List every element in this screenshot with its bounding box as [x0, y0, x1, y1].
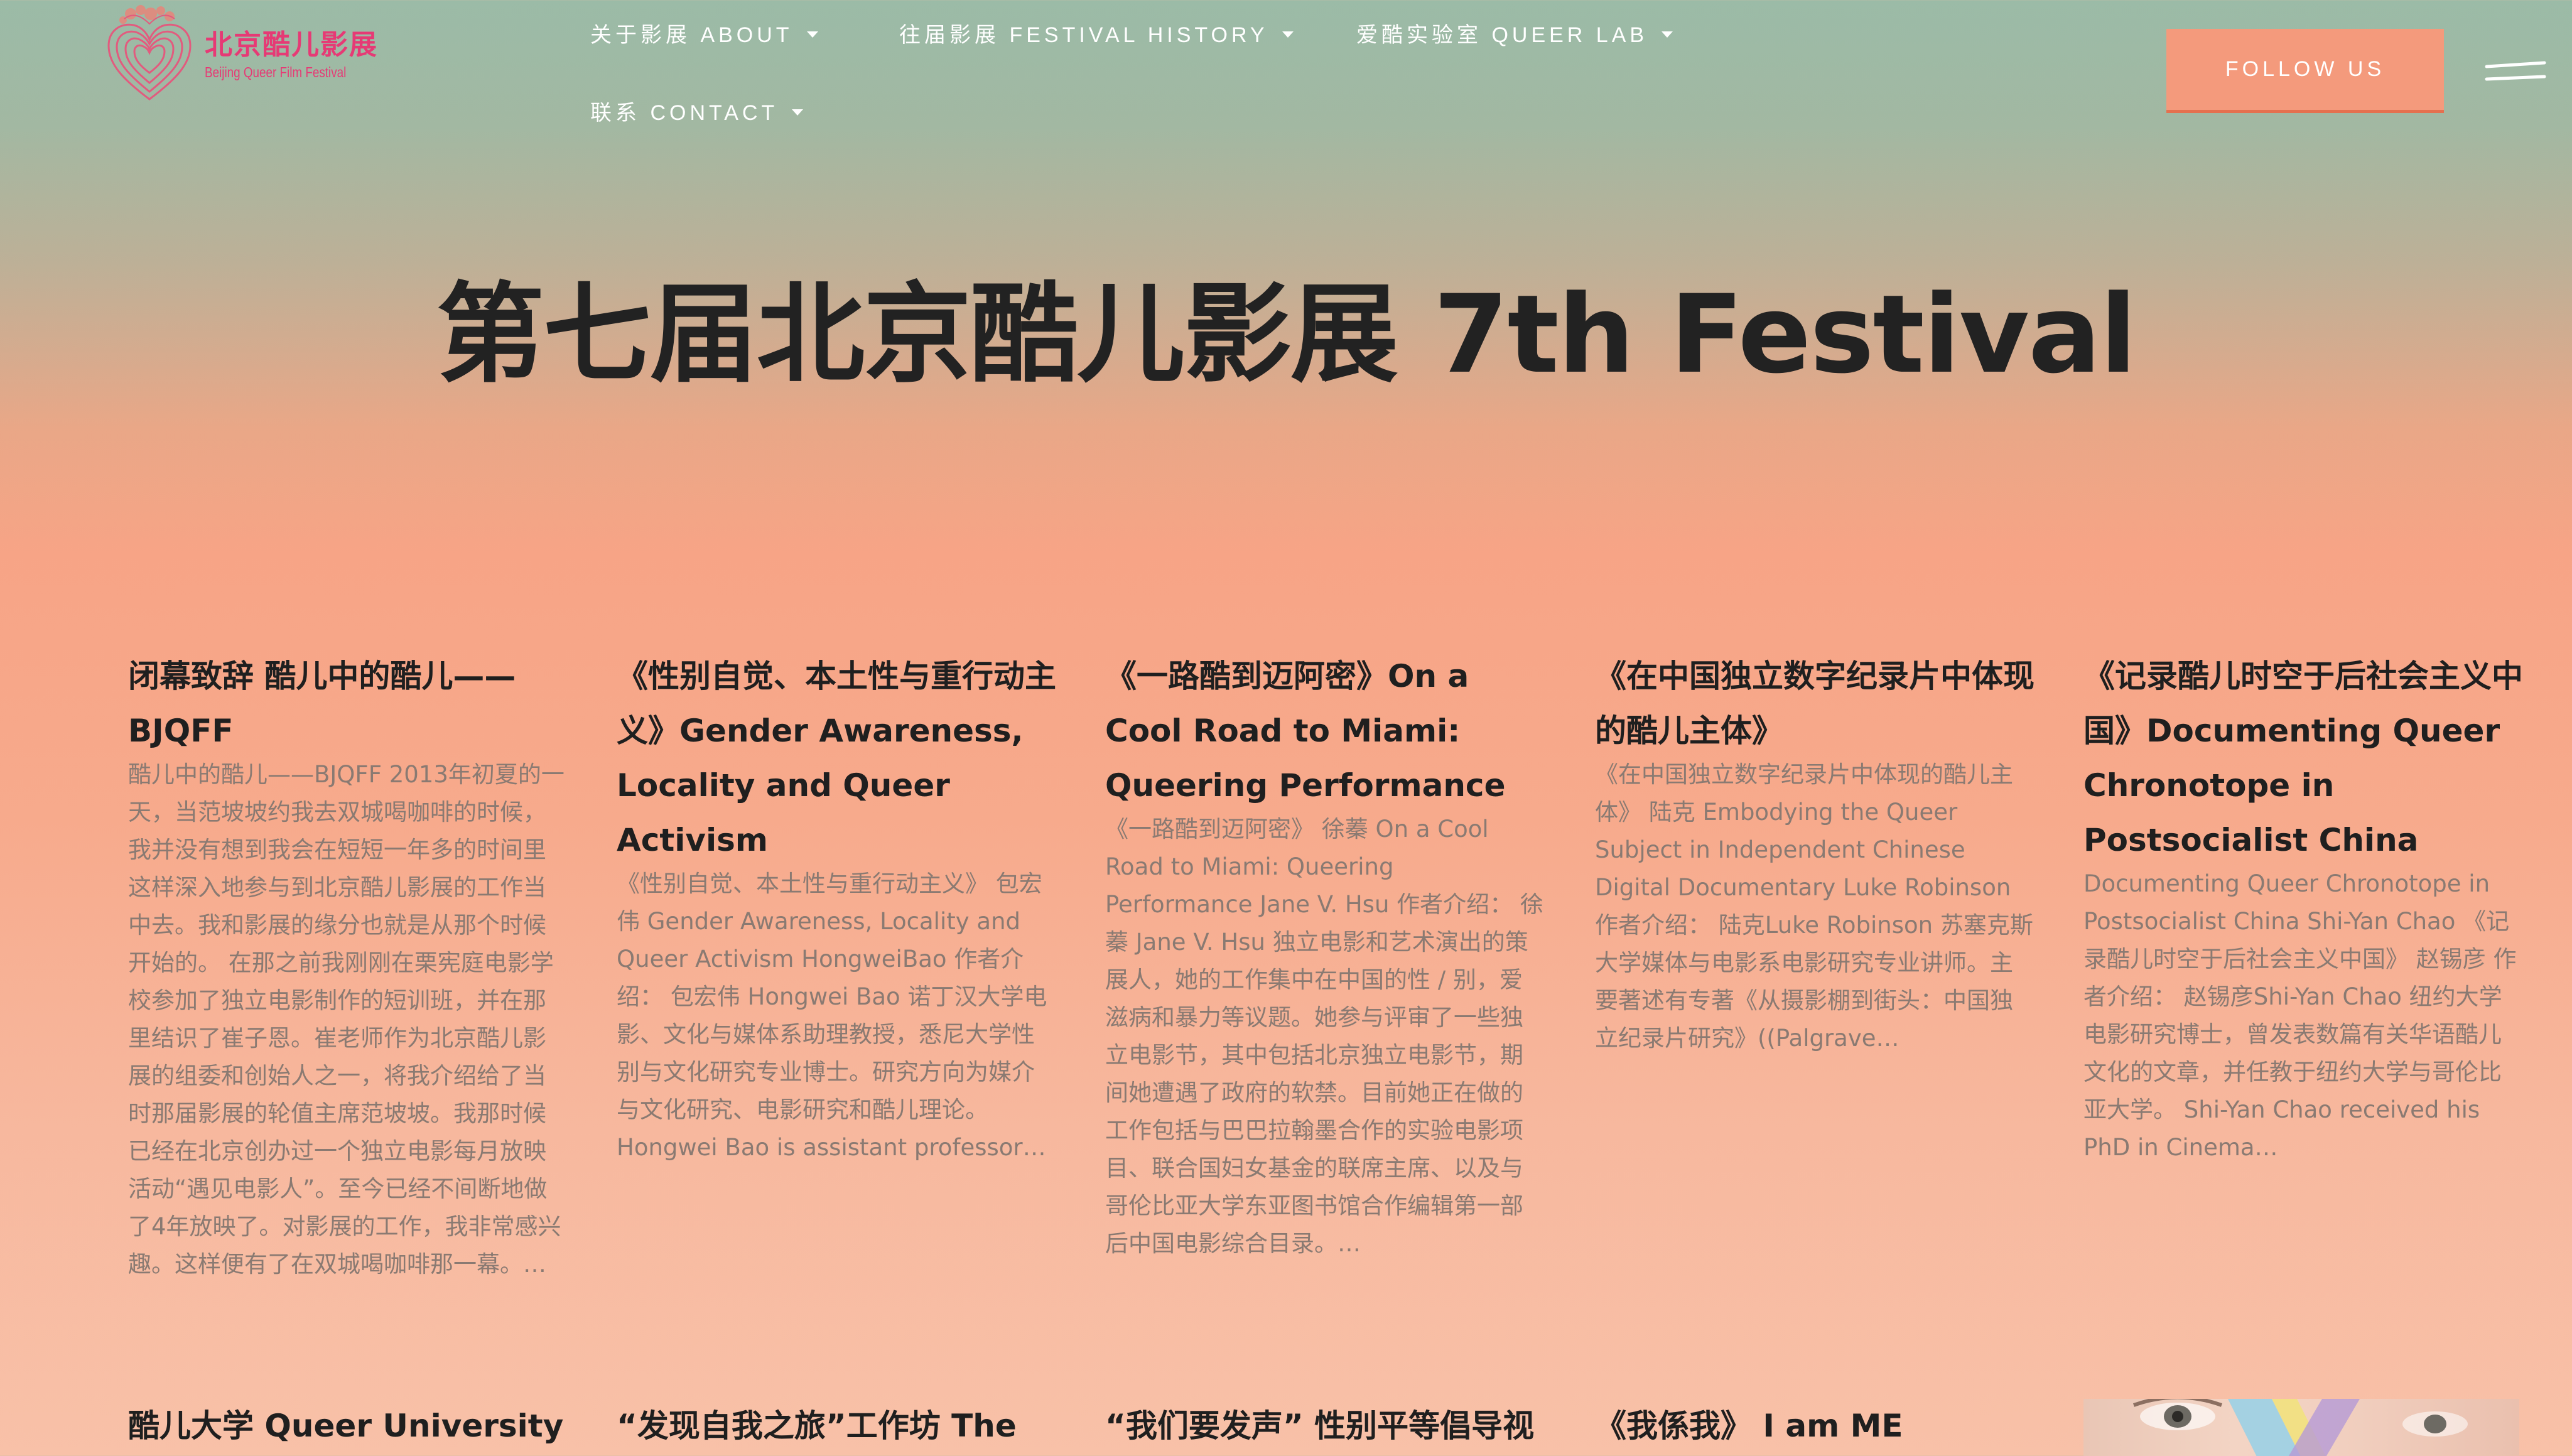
nav-label-queer-lab: 爱酷实验室 QUEER LAB: [1356, 23, 1648, 47]
post-title-link[interactable]: 酷儿大学 Queer University: [128, 1399, 568, 1453]
post-excerpt: 《一路酷到迈阿密》 徐蓁 On a Cool Road to Miami: Qu…: [1105, 816, 1543, 1257]
post-title-link[interactable]: 《一路酷到迈阿密》On a Cool Road to Miami: Queeri…: [1105, 649, 1545, 813]
post-card: 《性别自觉、本土性与重行动主义》Gender Awareness, Locali…: [617, 649, 1056, 1167]
logo-name-en: Beijing Queer Film Festival: [205, 64, 347, 80]
post-title-link[interactable]: 闭幕致辞 酷儿中的酷儿——BJQFF: [128, 649, 568, 758]
logo-heart-icon: [107, 5, 192, 100]
nav-item-contact[interactable]: 联系 CONTACT: [590, 95, 804, 126]
nav-item-about[interactable]: 关于影展 ABOUT: [590, 18, 818, 48]
post-title-link[interactable]: 《我係我》 I am ME: [1595, 1399, 2034, 1453]
chevron-down-icon: [1662, 31, 1673, 38]
post-excerpt: 《在中国独立数字纪录片中体现的酷儿主体》 陆克 Embodying the Qu…: [1595, 761, 2033, 1052]
site-logo[interactable]: 北京酷儿影展 Beijing Queer Film Festival: [99, 5, 394, 104]
post-card: 《一路酷到迈阿密》On a Cool Road to Miami: Queeri…: [1105, 649, 1545, 1263]
chevron-down-icon: [1282, 31, 1294, 38]
post-excerpt: Documenting Queer Chronotope in Postsoci…: [2083, 870, 2517, 1161]
post-title-link[interactable]: “我们要发声” 性别平等倡导视: [1105, 1399, 1545, 1453]
portrait-photo-icon: [2132, 1399, 2468, 1456]
post-card: 《在中国独立数字纪录片中体现的酷儿主体》 《在中国独立数字纪录片中体现的酷儿主体…: [1595, 649, 2034, 1057]
page-title: 第七届北京酷儿影展 7th Festival: [436, 271, 2137, 398]
post-thumbnail-image[interactable]: [2083, 1399, 2519, 1456]
chevron-down-icon: [806, 31, 818, 38]
post-card: “我们要发声” 性别平等倡导视: [1105, 1399, 1545, 1453]
post-title-link[interactable]: 《性别自觉、本土性与重行动主义》Gender Awareness, Locali…: [617, 649, 1056, 868]
logo-name-cn: 北京酷儿影展: [205, 29, 378, 61]
nav-label-festival-history: 往届影展 FESTIVAL HISTORY: [899, 23, 1268, 47]
nav-label-about: 关于影展 ABOUT: [590, 23, 793, 47]
post-title-link[interactable]: 《在中国独立数字纪录片中体现的酷儿主体》: [1595, 649, 2034, 758]
post-title-link[interactable]: “发现自我之旅”工作坊 The: [617, 1399, 1056, 1453]
post-card: “发现自我之旅”工作坊 The: [617, 1399, 1056, 1453]
follow-us-button[interactable]: FOLLOW US: [2166, 29, 2444, 113]
post-card: 酷儿大学 Queer University: [128, 1399, 568, 1453]
nav-item-festival-history[interactable]: 往届影展 FESTIVAL HISTORY: [899, 18, 1294, 48]
post-excerpt: 酷儿中的酷儿——BJQFF 2013年初夏的一天，当范坡坡约我去双城喝咖啡的时候…: [128, 761, 565, 1278]
chevron-down-icon: [792, 109, 804, 116]
post-card: 《我係我》 I am ME: [1595, 1399, 2034, 1453]
nav-label-contact: 联系 CONTACT: [590, 101, 779, 125]
post-card: 《记录酷儿时空于后社会主义中国》Documenting Queer Chrono…: [2083, 649, 2523, 1167]
post-excerpt: 《性别自觉、本土性与重行动主义》 包宏伟 Gender Awareness, L…: [617, 870, 1047, 1161]
post-card: 闭幕致辞 酷儿中的酷儿——BJQFF 酷儿中的酷儿——BJQFF 2013年初夏…: [128, 649, 568, 1283]
post-title-link[interactable]: 《记录酷儿时空于后社会主义中国》Documenting Queer Chrono…: [2083, 649, 2523, 868]
nav-item-queer-lab[interactable]: 爱酷实验室 QUEER LAB: [1356, 18, 1673, 48]
hamburger-menu-icon[interactable]: [2484, 60, 2547, 85]
